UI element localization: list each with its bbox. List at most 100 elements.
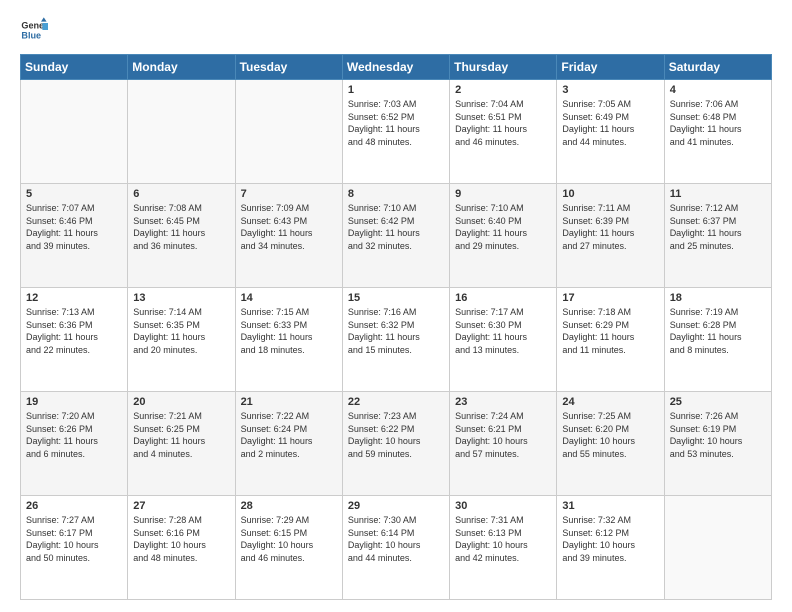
calendar-cell: 14Sunrise: 7:15 AM Sunset: 6:33 PM Dayli…: [235, 288, 342, 392]
weekday-header-row: SundayMondayTuesdayWednesdayThursdayFrid…: [21, 55, 772, 80]
calendar-week-3: 19Sunrise: 7:20 AM Sunset: 6:26 PM Dayli…: [21, 392, 772, 496]
calendar-cell: 3 Sunrise: 7:05 AM Sunset: 6:49 PM Daylig…: [557, 80, 664, 184]
calendar-cell: 1Sunrise: 7:03 AM Sunset: 6:52 PM Daylig…: [342, 80, 449, 184]
day-info: Sunrise: 7:28 AM Sunset: 6:16 PM Dayligh…: [133, 514, 229, 564]
day-info: Sunrise: 7:26 AM Sunset: 6:19 PM Dayligh…: [670, 410, 766, 460]
weekday-header-thursday: Thursday: [450, 55, 557, 80]
day-number: 3: [562, 84, 658, 96]
calendar-cell: 7Sunrise: 7:09 AM Sunset: 6:43 PM Daylig…: [235, 184, 342, 288]
day-number: 12: [26, 292, 122, 304]
day-number: 26: [26, 500, 122, 512]
day-number: 4: [670, 84, 766, 96]
calendar-cell: 24 Sunrise: 7:25 AM Sunset: 6:20 PM Dayli…: [557, 392, 664, 496]
calendar-cell: 16 Sunrise: 7:17 AM Sunset: 6:30 PM Dayli…: [450, 288, 557, 392]
day-info: Sunrise: 7:12 AM Sunset: 6:37 PM Dayligh…: [670, 202, 766, 252]
day-info: Sunrise: 7:05 AM Sunset: 6:49 PM Dayligh…: [562, 98, 658, 148]
day-info: Sunrise: 7:25 AM Sunset: 6:20 PM Dayligh…: [562, 410, 658, 460]
calendar-week-2: 12 Sunrise: 7:13 AM Sunset: 6:36 PM Dayli…: [21, 288, 772, 392]
day-info: Sunrise: 7:27 AM Sunset: 6:17 PM Dayligh…: [26, 514, 122, 564]
calendar-cell: [235, 80, 342, 184]
logo-icon: General Blue: [20, 16, 48, 44]
calendar-week-0: 1Sunrise: 7:03 AM Sunset: 6:52 PM Daylig…: [21, 80, 772, 184]
weekday-header-tuesday: Tuesday: [235, 55, 342, 80]
day-info: Sunrise: 7:21 AM Sunset: 6:25 PM Dayligh…: [133, 410, 229, 460]
day-number: 9: [455, 188, 551, 200]
calendar-cell: 12 Sunrise: 7:13 AM Sunset: 6:36 PM Dayli…: [21, 288, 128, 392]
calendar-cell: 6 Sunrise: 7:08 AM Sunset: 6:45 PM Daylig…: [128, 184, 235, 288]
day-info: Sunrise: 7:16 AM Sunset: 6:32 PM Dayligh…: [348, 306, 444, 356]
calendar-cell: 5Sunrise: 7:07 AM Sunset: 6:46 PM Daylig…: [21, 184, 128, 288]
calendar-cell: 4 Sunrise: 7:06 AM Sunset: 6:48 PM Daylig…: [664, 80, 771, 184]
logo: General Blue: [20, 16, 48, 44]
day-number: 14: [241, 292, 337, 304]
calendar-week-1: 5Sunrise: 7:07 AM Sunset: 6:46 PM Daylig…: [21, 184, 772, 288]
calendar-cell: [21, 80, 128, 184]
day-number: 10: [562, 188, 658, 200]
day-info: Sunrise: 7:29 AM Sunset: 6:15 PM Dayligh…: [241, 514, 337, 564]
day-info: Sunrise: 7:08 AM Sunset: 6:45 PM Dayligh…: [133, 202, 229, 252]
day-number: 7: [241, 188, 337, 200]
day-number: 24: [562, 396, 658, 408]
day-info: Sunrise: 7:23 AM Sunset: 6:22 PM Dayligh…: [348, 410, 444, 460]
day-number: 6: [133, 188, 229, 200]
calendar-cell: 2Sunrise: 7:04 AM Sunset: 6:51 PM Daylig…: [450, 80, 557, 184]
weekday-header-sunday: Sunday: [21, 55, 128, 80]
day-info: Sunrise: 7:06 AM Sunset: 6:48 PM Dayligh…: [670, 98, 766, 148]
calendar-cell: [128, 80, 235, 184]
day-info: Sunrise: 7:24 AM Sunset: 6:21 PM Dayligh…: [455, 410, 551, 460]
day-info: Sunrise: 7:32 AM Sunset: 6:12 PM Dayligh…: [562, 514, 658, 564]
day-number: 28: [241, 500, 337, 512]
day-info: Sunrise: 7:17 AM Sunset: 6:30 PM Dayligh…: [455, 306, 551, 356]
day-number: 30: [455, 500, 551, 512]
day-info: Sunrise: 7:10 AM Sunset: 6:40 PM Dayligh…: [455, 202, 551, 252]
day-number: 25: [670, 396, 766, 408]
calendar-cell: 9 Sunrise: 7:10 AM Sunset: 6:40 PM Daylig…: [450, 184, 557, 288]
calendar-cell: 31 Sunrise: 7:32 AM Sunset: 6:12 PM Dayli…: [557, 496, 664, 600]
weekday-header-monday: Monday: [128, 55, 235, 80]
day-number: 23: [455, 396, 551, 408]
calendar-cell: 18 Sunrise: 7:19 AM Sunset: 6:28 PM Dayli…: [664, 288, 771, 392]
calendar-cell: 23 Sunrise: 7:24 AM Sunset: 6:21 PM Dayli…: [450, 392, 557, 496]
calendar-week-4: 26 Sunrise: 7:27 AM Sunset: 6:17 PM Dayli…: [21, 496, 772, 600]
svg-text:Blue: Blue: [21, 30, 41, 40]
calendar-cell: 17Sunrise: 7:18 AM Sunset: 6:29 PM Dayli…: [557, 288, 664, 392]
day-info: Sunrise: 7:10 AM Sunset: 6:42 PM Dayligh…: [348, 202, 444, 252]
calendar-cell: 26 Sunrise: 7:27 AM Sunset: 6:17 PM Dayli…: [21, 496, 128, 600]
weekday-header-saturday: Saturday: [664, 55, 771, 80]
calendar-cell: 25 Sunrise: 7:26 AM Sunset: 6:19 PM Dayli…: [664, 392, 771, 496]
header: General Blue: [20, 16, 772, 44]
day-number: 18: [670, 292, 766, 304]
calendar-cell: 8 Sunrise: 7:10 AM Sunset: 6:42 PM Daylig…: [342, 184, 449, 288]
day-info: Sunrise: 7:18 AM Sunset: 6:29 PM Dayligh…: [562, 306, 658, 356]
day-number: 15: [348, 292, 444, 304]
day-info: Sunrise: 7:07 AM Sunset: 6:46 PM Dayligh…: [26, 202, 122, 252]
calendar-cell: 22 Sunrise: 7:23 AM Sunset: 6:22 PM Dayli…: [342, 392, 449, 496]
weekday-header-wednesday: Wednesday: [342, 55, 449, 80]
day-number: 20: [133, 396, 229, 408]
day-number: 16: [455, 292, 551, 304]
day-number: 13: [133, 292, 229, 304]
calendar-cell: 27 Sunrise: 7:28 AM Sunset: 6:16 PM Dayli…: [128, 496, 235, 600]
calendar-cell: 10Sunrise: 7:11 AM Sunset: 6:39 PM Dayli…: [557, 184, 664, 288]
day-info: Sunrise: 7:31 AM Sunset: 6:13 PM Dayligh…: [455, 514, 551, 564]
day-number: 8: [348, 188, 444, 200]
calendar-cell: 30 Sunrise: 7:31 AM Sunset: 6:13 PM Dayli…: [450, 496, 557, 600]
calendar-cell: 21 Sunrise: 7:22 AM Sunset: 6:24 PM Dayli…: [235, 392, 342, 496]
day-number: 22: [348, 396, 444, 408]
calendar-cell: 20 Sunrise: 7:21 AM Sunset: 6:25 PM Dayli…: [128, 392, 235, 496]
day-info: Sunrise: 7:19 AM Sunset: 6:28 PM Dayligh…: [670, 306, 766, 356]
calendar-cell: 13Sunrise: 7:14 AM Sunset: 6:35 PM Dayli…: [128, 288, 235, 392]
page: General Blue SundayMondayTuesdayWednesda…: [0, 0, 792, 612]
day-info: Sunrise: 7:22 AM Sunset: 6:24 PM Dayligh…: [241, 410, 337, 460]
day-number: 27: [133, 500, 229, 512]
day-number: 31: [562, 500, 658, 512]
calendar-cell: 28 Sunrise: 7:29 AM Sunset: 6:15 PM Dayli…: [235, 496, 342, 600]
calendar-cell: [664, 496, 771, 600]
calendar-cell: 15 Sunrise: 7:16 AM Sunset: 6:32 PM Dayli…: [342, 288, 449, 392]
day-number: 21: [241, 396, 337, 408]
day-number: 1: [348, 84, 444, 96]
day-info: Sunrise: 7:30 AM Sunset: 6:14 PM Dayligh…: [348, 514, 444, 564]
weekday-header-friday: Friday: [557, 55, 664, 80]
calendar-cell: 11Sunrise: 7:12 AM Sunset: 6:37 PM Dayli…: [664, 184, 771, 288]
day-info: Sunrise: 7:13 AM Sunset: 6:36 PM Dayligh…: [26, 306, 122, 356]
